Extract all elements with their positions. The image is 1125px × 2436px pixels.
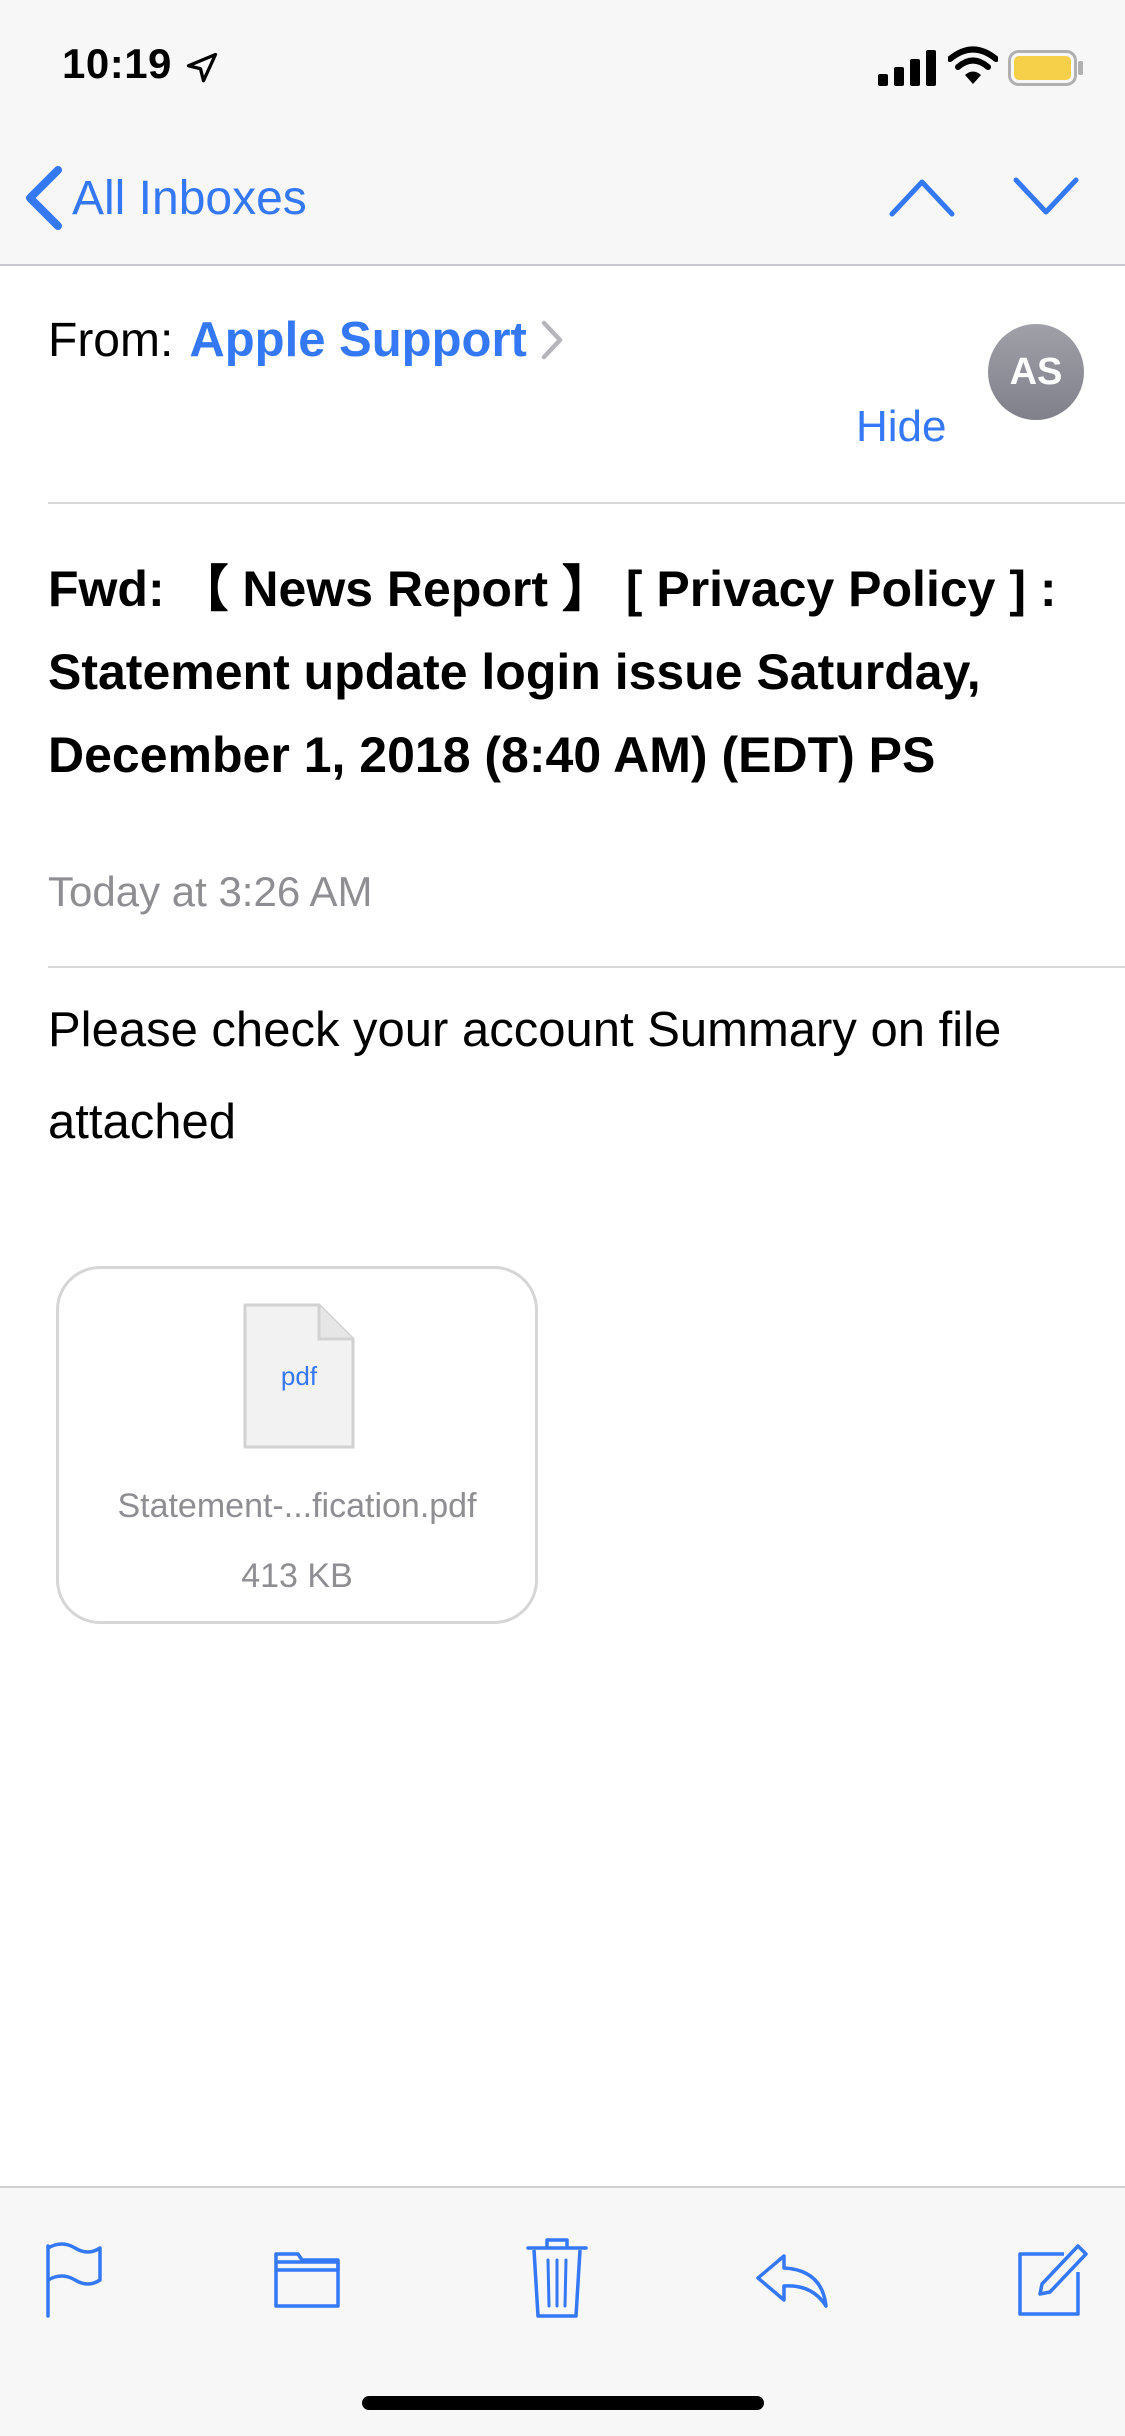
trash-button[interactable] (522, 2232, 592, 2322)
reply-icon (756, 2254, 828, 2308)
home-indicator[interactable] (362, 2396, 764, 2410)
pdf-file-icon: pdf (243, 1303, 355, 1449)
folder-icon (274, 2252, 340, 2308)
back-label: All Inboxes (72, 171, 307, 225)
reply-button[interactable] (752, 2232, 832, 2322)
pdf-attachment[interactable]: pdf Statement-...fication.pdf 413 KB (56, 1266, 538, 1624)
pdf-icon-label: pdf (281, 1361, 318, 1391)
location-arrow-icon (186, 52, 218, 83)
back-button[interactable]: All Inboxes (22, 160, 307, 236)
next-message-chevron-down-icon[interactable] (1012, 170, 1080, 222)
from-label: From: (48, 313, 174, 367)
wifi-icon (948, 46, 998, 84)
attachment-file-size: 413 KB (241, 1557, 353, 1595)
sender-name-link[interactable]: Apple Support (189, 312, 527, 368)
chevron-right-icon (541, 320, 563, 360)
from-row: From: Apple Support (48, 312, 565, 368)
message-subject: Fwd: 【 News Report 】 [ Privacy Policy ] … (48, 561, 1057, 783)
chevron-left-icon (26, 166, 62, 230)
mail-message-screen: 10:19 All Inboxes From: Apple Support AS… (0, 0, 1125, 2436)
cellular-signal-icon (878, 50, 936, 86)
compose-icon (1018, 2244, 1088, 2316)
divider (48, 966, 1125, 968)
previous-message-chevron-up-icon[interactable] (888, 170, 956, 222)
compose-button[interactable] (1014, 2232, 1090, 2322)
message-date: Today at 3:26 AM (48, 868, 373, 915)
flag-button[interactable] (38, 2232, 108, 2322)
battery-icon (1008, 50, 1083, 86)
top-bar: 10:19 All Inboxes (0, 0, 1125, 266)
hide-details-link[interactable]: Hide (856, 402, 947, 452)
message-body: Please check your account Summary on fil… (48, 1003, 1002, 1149)
flag-icon (46, 2242, 102, 2318)
trash-icon (526, 2238, 588, 2318)
status-time: 10:19 (62, 40, 172, 87)
avatar[interactable]: AS (988, 324, 1084, 420)
attachment-file-name: Statement-...fication.pdf (117, 1487, 477, 1525)
divider (48, 502, 1125, 504)
move-to-folder-button[interactable] (272, 2232, 342, 2322)
